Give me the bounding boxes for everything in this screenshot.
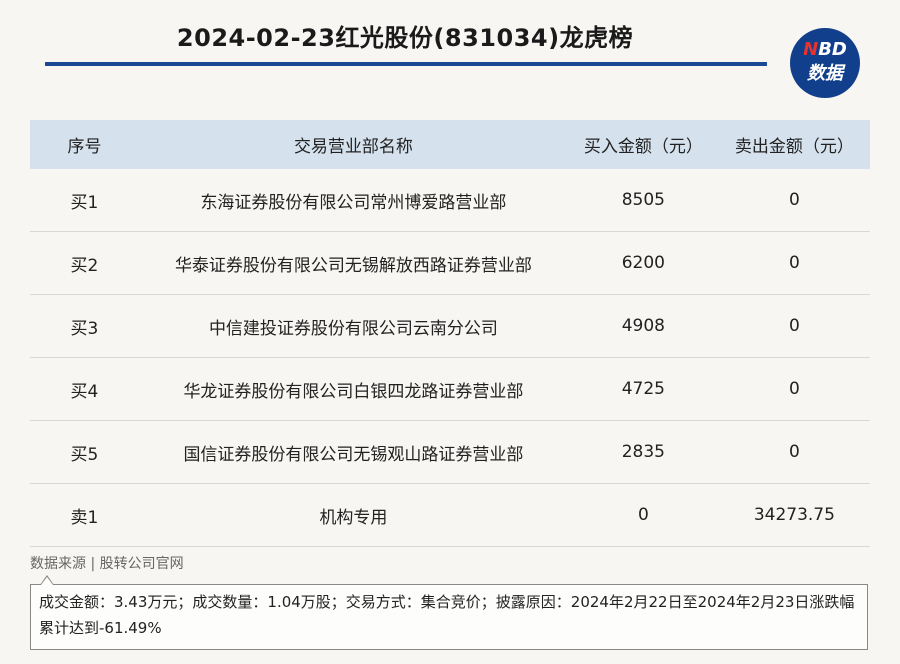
dragon-tiger-table: 序号 交易营业部名称 买入金额（元） 卖出金额（元） 买1 东海证券股份有限公司… (30, 120, 870, 547)
cell-branch: 华龙证券股份有限公司白银四龙路证券营业部 (138, 357, 568, 421)
logo-shuju: 数据 (807, 63, 843, 84)
cell-seq: 买4 (30, 357, 139, 421)
col-header-buy: 买入金额（元） (567, 120, 719, 169)
cell-sell: 0 (718, 420, 870, 484)
nbd-logo: NBD 数据 (790, 28, 860, 98)
table-row: 买2 华泰证券股份有限公司无锡解放西路证券营业部 6200 0 (30, 231, 870, 295)
table-header-row: 序号 交易营业部名称 买入金额（元） 卖出金额（元） (30, 120, 870, 169)
data-source-label: 数据来源 | 股转公司官网 (30, 556, 184, 572)
cell-branch: 中信建投证券股份有限公司云南分公司 (138, 294, 568, 358)
cell-branch: 机构专用 (138, 483, 568, 547)
cell-seq: 买5 (30, 420, 139, 484)
cell-sell: 0 (718, 357, 870, 421)
cell-sell: 0 (718, 169, 870, 232)
col-header-seq: 序号 (30, 120, 139, 169)
cell-buy: 4908 (567, 294, 719, 358)
cell-sell: 0 (718, 294, 870, 358)
trade-summary-note: 成交金额：3.43万元；成交数量：1.04万股；交易方式：集合竞价；披露原因：2… (30, 584, 868, 650)
col-header-sell: 卖出金额（元） (718, 120, 870, 169)
cell-seq: 买1 (30, 169, 139, 232)
cell-buy: 2835 (567, 420, 719, 484)
cell-buy: 6200 (567, 231, 719, 295)
table-row: 买4 华龙证券股份有限公司白银四龙路证券营业部 4725 0 (30, 357, 870, 421)
cell-branch: 华泰证券股份有限公司无锡解放西路证券营业部 (138, 231, 568, 295)
page-title: 2024-02-23红光股份(831034)龙虎榜 (176, 24, 634, 52)
cell-sell: 34273.75 (718, 483, 870, 547)
table-row: 买3 中信建投证券股份有限公司云南分公司 4908 0 (30, 294, 870, 358)
cell-seq: 买3 (30, 294, 139, 358)
title-divider (45, 62, 767, 66)
cell-branch: 东海证券股份有限公司常州博爱路营业部 (138, 169, 568, 232)
cell-seq: 卖1 (30, 483, 139, 547)
cell-seq: 买2 (30, 231, 139, 295)
table-row: 买5 国信证券股份有限公司无锡观山路证券营业部 2835 0 (30, 420, 870, 484)
table-row: 买1 东海证券股份有限公司常州博爱路营业部 8505 0 (30, 169, 870, 232)
cell-buy: 8505 (567, 169, 719, 232)
cell-buy: 4725 (567, 357, 719, 421)
cell-sell: 0 (718, 231, 870, 295)
note-pointer-inner (41, 577, 53, 585)
cell-buy: 0 (567, 483, 719, 547)
table-row: 卖1 机构专用 0 34273.75 (30, 483, 870, 547)
logo-bd: BD (818, 39, 847, 60)
cell-branch: 国信证券股份有限公司无锡观山路证券营业部 (138, 420, 568, 484)
logo-n: N (803, 39, 819, 60)
col-header-branch: 交易营业部名称 (138, 120, 568, 169)
